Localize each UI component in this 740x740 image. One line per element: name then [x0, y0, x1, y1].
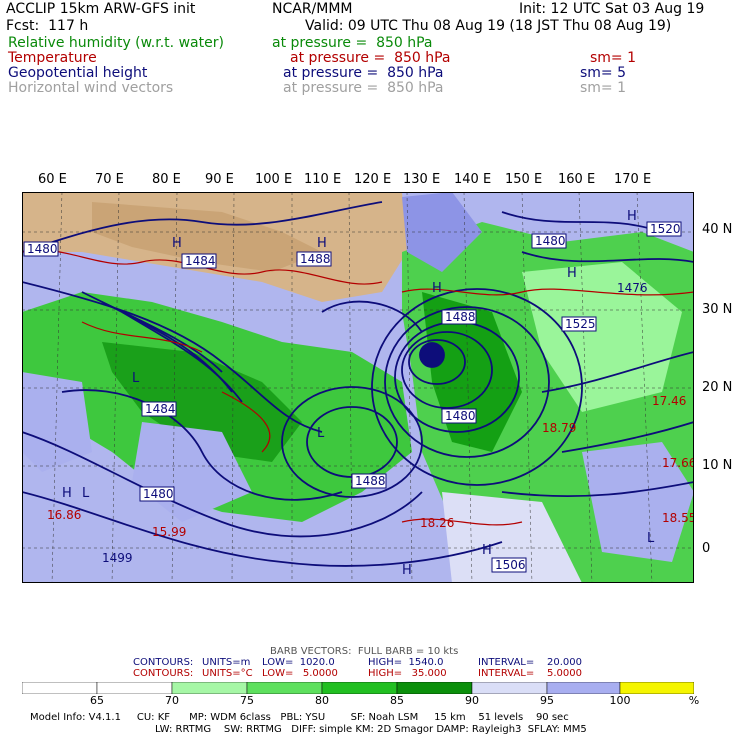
- height-label: 1525: [565, 317, 596, 331]
- height-contours-high: HIGH= 1540.0: [368, 657, 444, 668]
- high-marker: H: [482, 543, 492, 558]
- height-label: 1484: [145, 402, 176, 416]
- temp-label: 17.66: [662, 456, 694, 470]
- temp-contours-units: UNITS=°C: [202, 668, 253, 679]
- colorbar-segment: [96, 682, 173, 694]
- height-label: 1480: [535, 234, 566, 248]
- height-label: 1476: [617, 281, 648, 295]
- latitude-label: 20 N: [702, 380, 733, 395]
- temp-label: 17.46: [652, 394, 686, 408]
- colorbar-segment: [471, 682, 548, 694]
- height-label: 1499: [102, 551, 133, 565]
- colorbar-segment: [171, 682, 248, 694]
- field-height-name: Geopotential height: [8, 65, 148, 81]
- colorbar-tick-label: %: [688, 694, 700, 707]
- longitude-label: 160 E: [558, 172, 596, 187]
- forecast-hour: Fcst: 117 h: [6, 18, 89, 34]
- field-wind-name: Horizontal wind vectors: [8, 80, 174, 96]
- field-rh-level: at pressure = 850 hPa: [272, 35, 433, 51]
- colorbar-segment: [321, 682, 398, 694]
- field-temp-level: at pressure = 850 hPa: [290, 50, 451, 66]
- high-marker: H: [172, 236, 182, 251]
- temp-contours-high: HIGH= 35.000: [368, 668, 447, 679]
- temp-label: 18.26: [420, 516, 454, 530]
- height-label: 1488: [355, 474, 386, 488]
- temp-label: 18.79: [542, 421, 576, 435]
- field-temp-name: Temperature: [8, 50, 97, 66]
- high-marker: H: [432, 281, 442, 296]
- temp-contours-low: LOW= 5.0000: [262, 668, 338, 679]
- field-wind-level: at pressure = 850 hPa: [283, 80, 444, 96]
- high-marker: H: [317, 236, 327, 251]
- low-marker: L: [317, 426, 325, 441]
- longitude-label: 120 E: [354, 172, 392, 187]
- field-height-sm: sm= 5: [580, 65, 627, 81]
- longitude-label: 70 E: [95, 172, 124, 187]
- latitude-label: 30 N: [702, 302, 733, 317]
- height-contours-interval: INTERVAL= 20.000: [478, 657, 582, 668]
- longitude-label: 80 E: [152, 172, 181, 187]
- height-label: 1480: [143, 487, 174, 501]
- temp-label: 18.55: [662, 511, 694, 525]
- colorbar-segment: [246, 682, 323, 694]
- temp-label: 16.86: [47, 508, 81, 522]
- height-contours-units: UNITS=m: [202, 657, 251, 668]
- high-marker: H: [62, 486, 72, 501]
- longitude-label: 150 E: [505, 172, 543, 187]
- high-marker: H: [627, 209, 637, 224]
- temp-contours-label: CONTOURS:: [133, 668, 194, 679]
- colorbar-tick-label: 80: [315, 694, 329, 707]
- valid-time: Valid: 09 UTC Thu 08 Aug 19 (18 JST Thu …: [305, 18, 672, 34]
- colorbar-tick-label: 90: [465, 694, 479, 707]
- height-label: 1488: [300, 252, 331, 266]
- field-wind-sm: sm= 1: [580, 80, 627, 96]
- colorbar-segment: [396, 682, 473, 694]
- longitude-label: 100 E: [255, 172, 293, 187]
- temp-label: 15.99: [152, 525, 186, 539]
- init-time: Init: 12 UTC Sat 03 Aug 19: [519, 1, 705, 17]
- low-marker: L: [82, 486, 90, 501]
- height-label: 1520: [650, 222, 681, 236]
- height-label: 1480: [445, 409, 476, 423]
- high-marker: H: [402, 563, 412, 578]
- colorbar-segment: [22, 682, 98, 694]
- height-contours-low: LOW= 1020.0: [262, 657, 335, 668]
- field-rh-name: Relative humidity (w.r.t. water): [8, 35, 224, 51]
- colorbar-tick-label: 75: [240, 694, 254, 707]
- barb-vectors-note: BARB VECTORS: FULL BARB = 10 kts: [270, 646, 459, 657]
- model-info-line2: LW: RRTMG SW: RRTMG DIFF: simple KM: 2D …: [155, 724, 587, 735]
- colorbar-tick-label: 70: [165, 694, 179, 707]
- latitude-label: 0: [702, 541, 711, 556]
- field-temp-sm: sm= 1: [590, 50, 637, 66]
- weather-map: 1480 1484 1488 1484 1480 1488 1480 1520 …: [22, 192, 694, 583]
- model-info-line1: Model Info: V4.1.1 CU: KF MP: WDM 6class…: [30, 712, 569, 723]
- colorbar-tick-label: 95: [540, 694, 554, 707]
- height-label: 1506: [495, 558, 526, 572]
- high-marker: H: [567, 266, 577, 281]
- model-title: ACCLIP 15km ARW-GFS init: [6, 1, 196, 17]
- longitude-label: 130 E: [403, 172, 441, 187]
- longitude-label: 170 E: [614, 172, 652, 187]
- height-label: 1480: [27, 242, 58, 256]
- longitude-label: 60 E: [38, 172, 67, 187]
- longitude-label: 140 E: [454, 172, 492, 187]
- height-label: 1484: [185, 254, 216, 268]
- colorbar-segment: [546, 682, 621, 694]
- humidity-colorbar: [22, 682, 694, 694]
- latitude-label: 10 N: [702, 458, 733, 473]
- colorbar-tick-label: 100: [609, 694, 631, 707]
- colorbar-segment: [619, 682, 694, 694]
- low-marker: L: [132, 371, 140, 386]
- latitude-label: 40 N: [702, 222, 733, 237]
- longitude-label: 90 E: [205, 172, 234, 187]
- height-contours-label: CONTOURS:: [133, 657, 194, 668]
- temp-contours-interval: INTERVAL= 5.0000: [478, 668, 582, 679]
- longitude-label: 110 E: [304, 172, 342, 187]
- org-label: NCAR/MMM: [272, 1, 353, 17]
- colorbar-tick-label: 85: [390, 694, 404, 707]
- colorbar-tick-label: 65: [90, 694, 104, 707]
- height-label: 1488: [445, 310, 476, 324]
- field-height-level: at pressure = 850 hPa: [283, 65, 444, 81]
- low-marker: L: [647, 531, 655, 546]
